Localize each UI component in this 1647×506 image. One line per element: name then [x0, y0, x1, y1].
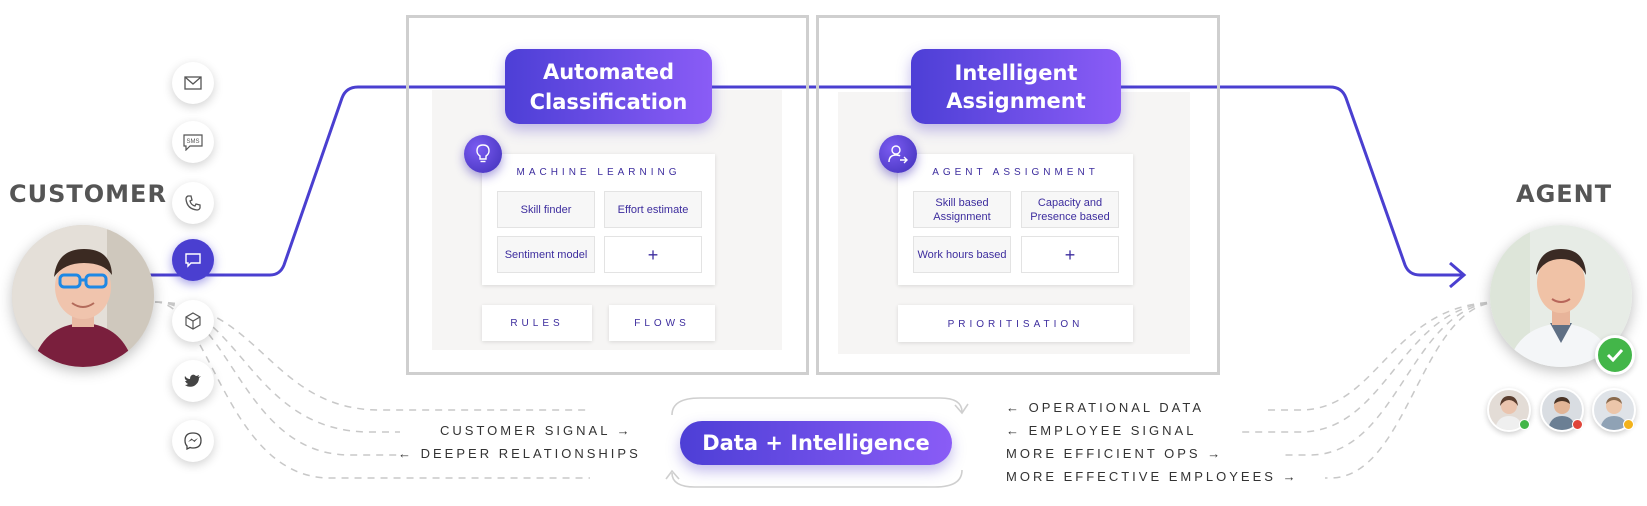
svg-text:SMS: SMS — [186, 139, 199, 145]
busy-status-dot — [1572, 419, 1583, 430]
mail-icon[interactable] — [172, 62, 214, 104]
available-status-dot — [1519, 419, 1530, 430]
left-arrow-icon: ← — [398, 446, 414, 461]
sentiment-model-cell[interactable]: Sentiment model — [497, 236, 595, 273]
messenger-icon[interactable] — [172, 420, 214, 462]
chat-icon[interactable] — [172, 239, 214, 281]
assignment-title-line1: Intelligent — [954, 60, 1078, 85]
sms-icon[interactable]: SMS — [172, 121, 214, 163]
more-efficient-ops-label: MORE EFFICIENT OPS → — [1006, 446, 1223, 461]
employee-signal-text: EMPLOYEE SIGNAL — [1028, 423, 1197, 438]
available-check-icon — [1595, 335, 1635, 375]
assignment-title-line2: Assignment — [946, 88, 1086, 113]
right-arrow-icon: → — [1282, 469, 1299, 484]
left-arrow-icon: ← — [1006, 423, 1022, 438]
automated-classification-pill: Automated Classification — [505, 49, 712, 124]
flows-label: FLOWS — [634, 318, 690, 329]
data-intelligence-pill: Data + Intelligence — [680, 421, 952, 465]
right-arrow-icon: → — [1207, 446, 1224, 461]
classification-title-line2: Classification — [529, 89, 688, 114]
work-hours-cell[interactable]: Work hours based — [913, 236, 1011, 273]
more-effective-employees-label: MORE EFFECTIVE EMPLOYEES → — [1006, 469, 1299, 484]
skill-based-assignment-cell[interactable]: Skill based Assignment — [913, 191, 1011, 228]
skill-finder-cell[interactable]: Skill finder — [497, 191, 595, 228]
rules-button[interactable]: RULES — [482, 305, 592, 341]
operational-data-label: ← OPERATIONAL DATA — [1006, 400, 1204, 415]
upper-loop-arrow — [671, 397, 963, 416]
agent-heading: AGENT — [1516, 180, 1613, 208]
left-arrow-icon: ← — [1006, 400, 1022, 415]
customer-avatar — [12, 225, 154, 367]
lightbulb-icon — [464, 135, 502, 173]
flows-button[interactable]: FLOWS — [609, 305, 715, 341]
operational-data-text: OPERATIONAL DATA — [1028, 400, 1204, 415]
classification-title-line1: Automated — [542, 59, 675, 84]
effort-estimate-cell[interactable]: Effort estimate — [604, 191, 702, 228]
package-icon[interactable] — [172, 300, 214, 342]
prioritisation-button[interactable]: PRIORITISATION — [898, 305, 1133, 342]
customer-heading: CUSTOMER — [9, 180, 167, 208]
employee-signal-label: ← EMPLOYEE SIGNAL — [1006, 423, 1196, 438]
right-dashed-lines — [1240, 301, 1501, 479]
ml-section-label: MACHINE LEARNING — [516, 167, 681, 178]
add-model-button[interactable]: + — [604, 236, 702, 273]
intelligent-assignment-pill: Intelligent Assignment — [911, 49, 1121, 124]
away-status-dot — [1623, 419, 1634, 430]
phone-icon[interactable] — [172, 182, 214, 224]
capacity-presence-cell[interactable]: Capacity and Presence based — [1021, 191, 1119, 228]
lower-loop-arrow — [671, 469, 963, 488]
twitter-icon[interactable] — [172, 360, 214, 402]
agent-assignment-label: AGENT ASSIGNMENT — [932, 167, 1099, 178]
more-effective-employees-text: MORE EFFECTIVE EMPLOYEES — [1006, 469, 1276, 484]
more-efficient-ops-text: MORE EFFICIENT OPS — [1006, 446, 1201, 461]
customer-signal-text: CUSTOMER SIGNAL — [440, 423, 610, 438]
add-assignment-button[interactable]: + — [1021, 236, 1119, 273]
deeper-relationships-text: DEEPER RELATIONSHIPS — [420, 446, 641, 461]
rules-label: RULES — [510, 318, 564, 329]
deeper-relationships-label: ← DEEPER RELATIONSHIPS — [398, 446, 641, 461]
prioritisation-label: PRIORITISATION — [947, 319, 1084, 330]
person-arrow-icon — [879, 135, 917, 173]
customer-signal-label: CUSTOMER SIGNAL → — [440, 423, 633, 438]
right-arrow-icon: → — [616, 423, 633, 438]
